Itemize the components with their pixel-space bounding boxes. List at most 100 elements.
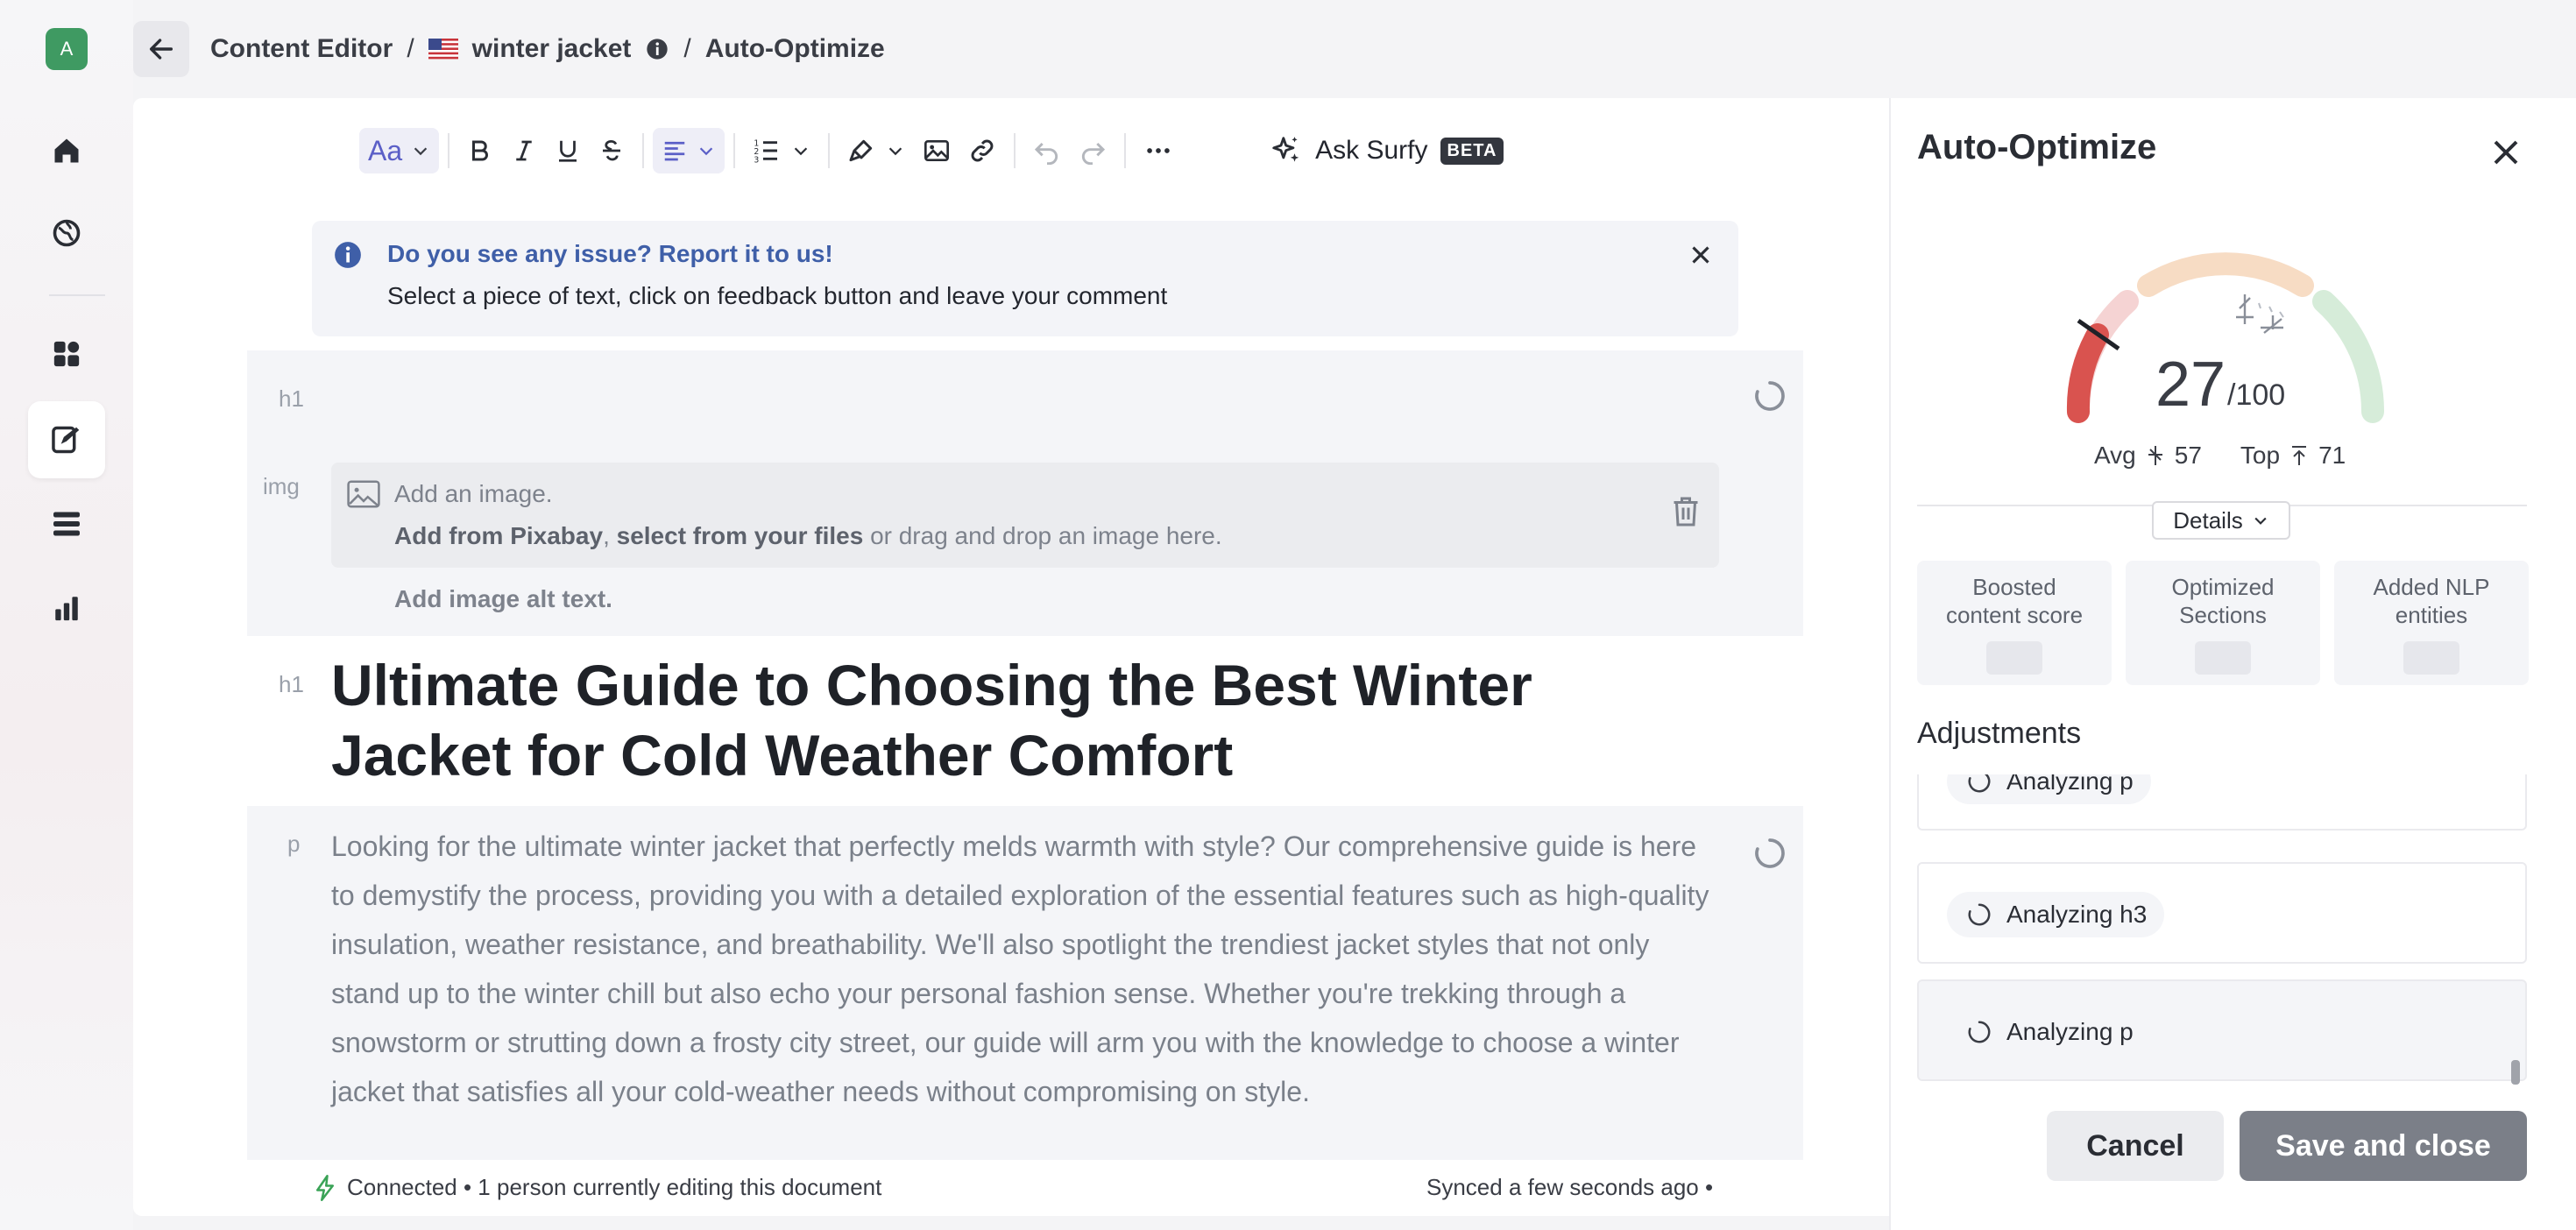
avg-marker-icon — [2236, 294, 2254, 324]
details-label: Details — [2173, 506, 2243, 534]
home-icon — [54, 138, 79, 163]
bold-button[interactable] — [458, 128, 502, 173]
back-button[interactable] — [133, 21, 189, 77]
home-nav-button[interactable] — [28, 112, 105, 189]
delete-image-button[interactable] — [1670, 494, 1702, 529]
trash-icon — [1674, 497, 1698, 527]
connection-status: Connected • 1 person currently editing t… — [314, 1174, 881, 1201]
gauge-ticks — [2258, 302, 2284, 318]
select-files-link[interactable]: select from your files — [617, 522, 864, 549]
underline-icon — [559, 140, 577, 162]
adjustment-status: Analyzing p — [1947, 774, 2151, 804]
top-label: Top — [2240, 442, 2281, 469]
breadcrumb: Content Editor / winter jacket / Auto-Op… — [210, 32, 885, 67]
score-max: /100 — [2227, 378, 2286, 412]
insert-link-button[interactable] — [959, 128, 1005, 173]
italic-button[interactable] — [502, 128, 546, 173]
breadcrumb-separator: / — [407, 34, 414, 63]
font-style-dropdown[interactable]: Aa — [359, 128, 440, 173]
block-tag-h1: h1 — [279, 385, 304, 412]
image-alt-text-button[interactable]: Add image alt text. — [394, 585, 612, 613]
highlight-dropdown[interactable] — [839, 128, 914, 173]
list-dropdown[interactable]: 123 — [744, 128, 819, 173]
stat-label: Boosted content score — [1945, 574, 2084, 628]
loading-spinner-icon — [1752, 836, 1787, 871]
dashboard-nav-button[interactable] — [28, 315, 105, 392]
save-and-close-button[interactable]: Save and close — [2240, 1111, 2527, 1181]
edit-document-icon — [52, 426, 80, 454]
image-icon — [924, 140, 950, 161]
insert-image-button[interactable] — [914, 128, 959, 173]
adjustment-label: Analyzing p — [2006, 1018, 2134, 1045]
arrow-left-icon — [149, 39, 173, 60]
image-placeholder-icon — [347, 480, 380, 508]
align-left-icon — [664, 141, 685, 161]
drag-drop-text: or drag and drop an image here. — [870, 522, 1222, 549]
banner-title[interactable]: Do you see any issue? Report it to us! — [387, 240, 833, 268]
strikethrough-button[interactable] — [590, 128, 633, 173]
toolbar-divider — [733, 133, 736, 168]
toolbar-divider — [828, 133, 831, 168]
stat-label: Added NLP entities — [2373, 574, 2490, 628]
brush-icon — [849, 139, 873, 162]
avg-icon — [2148, 446, 2162, 465]
stack-icon — [53, 512, 80, 536]
article-paragraph[interactable]: Looking for the ultimate winter jacket t… — [331, 822, 1724, 1116]
adjustment-label: Analyzing h3 — [2006, 901, 2148, 928]
info-circle-icon — [333, 240, 363, 270]
redo-icon — [1082, 142, 1106, 165]
underline-button[interactable] — [546, 128, 590, 173]
banner-text: Select a piece of text, click on feedbac… — [387, 282, 1168, 309]
adjustments-scrollbar[interactable] — [2511, 1060, 2520, 1085]
info-icon[interactable] — [645, 37, 669, 61]
ask-surfy-button[interactable]: Ask Surfy BETA — [1270, 134, 1504, 167]
loading-spinner-icon — [1968, 1021, 1991, 1043]
loading-spinner-icon — [1752, 378, 1787, 414]
bar-chart-icon — [55, 597, 78, 621]
details-dropdown[interactable]: Details — [2152, 501, 2290, 540]
adjustments-list[interactable]: Analyzing p Analyzing h3 Analyzing p — [1917, 774, 2527, 1086]
image-add-label: Add an image. — [394, 480, 553, 507]
cancel-button[interactable]: Cancel — [2047, 1111, 2224, 1181]
ordered-list-icon: 123 — [754, 139, 778, 165]
loading-spinner-icon — [1968, 903, 1991, 926]
add-from-pixabay-link[interactable]: Add from Pixabay — [394, 522, 603, 549]
more-options-button[interactable] — [1135, 128, 1182, 173]
chevron-down-icon — [414, 147, 428, 156]
image-dropzone[interactable] — [331, 463, 1719, 568]
beta-badge: BETA — [1440, 137, 1504, 165]
undo-icon — [1035, 142, 1058, 165]
font-style-label: Aa — [368, 134, 403, 166]
italic-icon — [516, 140, 532, 161]
align-dropdown[interactable] — [653, 128, 725, 173]
more-horizontal-icon — [1147, 148, 1170, 153]
breadcrumb-content-editor[interactable]: Content Editor — [210, 34, 393, 64]
globe-nav-button[interactable] — [28, 194, 105, 272]
link-icon — [971, 139, 994, 162]
adjustment-item[interactable]: Analyzing h3 — [1917, 862, 2527, 964]
adjustment-item[interactable]: Analyzing p — [1917, 774, 2527, 831]
connection-status-text: Connected • 1 person currently editing t… — [347, 1174, 882, 1200]
avg-value: 57 — [2174, 442, 2202, 469]
stat-nlp-entities: Added NLP entities — [2334, 561, 2529, 685]
lightning-icon — [316, 1174, 334, 1201]
stat-value-placeholder — [2403, 641, 2459, 675]
avatar[interactable]: A — [46, 28, 88, 70]
adjustment-item[interactable]: Analyzing p — [1917, 979, 2527, 1081]
list-nav-button[interactable] — [28, 485, 105, 562]
banner-close-button[interactable] — [1686, 240, 1716, 270]
sparkles-icon — [1272, 137, 1299, 162]
panel-close-button[interactable] — [2485, 131, 2527, 173]
image-comma: , — [603, 522, 610, 549]
avg-label: Avg — [2094, 442, 2136, 469]
article-heading[interactable]: Ultimate Guide to Choosing the Best Wint… — [331, 650, 1698, 790]
breadcrumb-keyword[interactable]: winter jacket — [472, 34, 632, 64]
chevron-down-icon — [2254, 517, 2267, 525]
content-editor-nav-button[interactable] — [28, 401, 105, 478]
undo-button[interactable] — [1024, 128, 1070, 173]
analytics-nav-button[interactable] — [28, 569, 105, 647]
panel-title: Auto-Optimize — [1917, 128, 2157, 166]
stat-value-placeholder — [2195, 641, 2251, 675]
redo-button[interactable] — [1070, 128, 1115, 173]
score-benchmarks: Avg 57 Top 71 — [2094, 442, 2346, 470]
